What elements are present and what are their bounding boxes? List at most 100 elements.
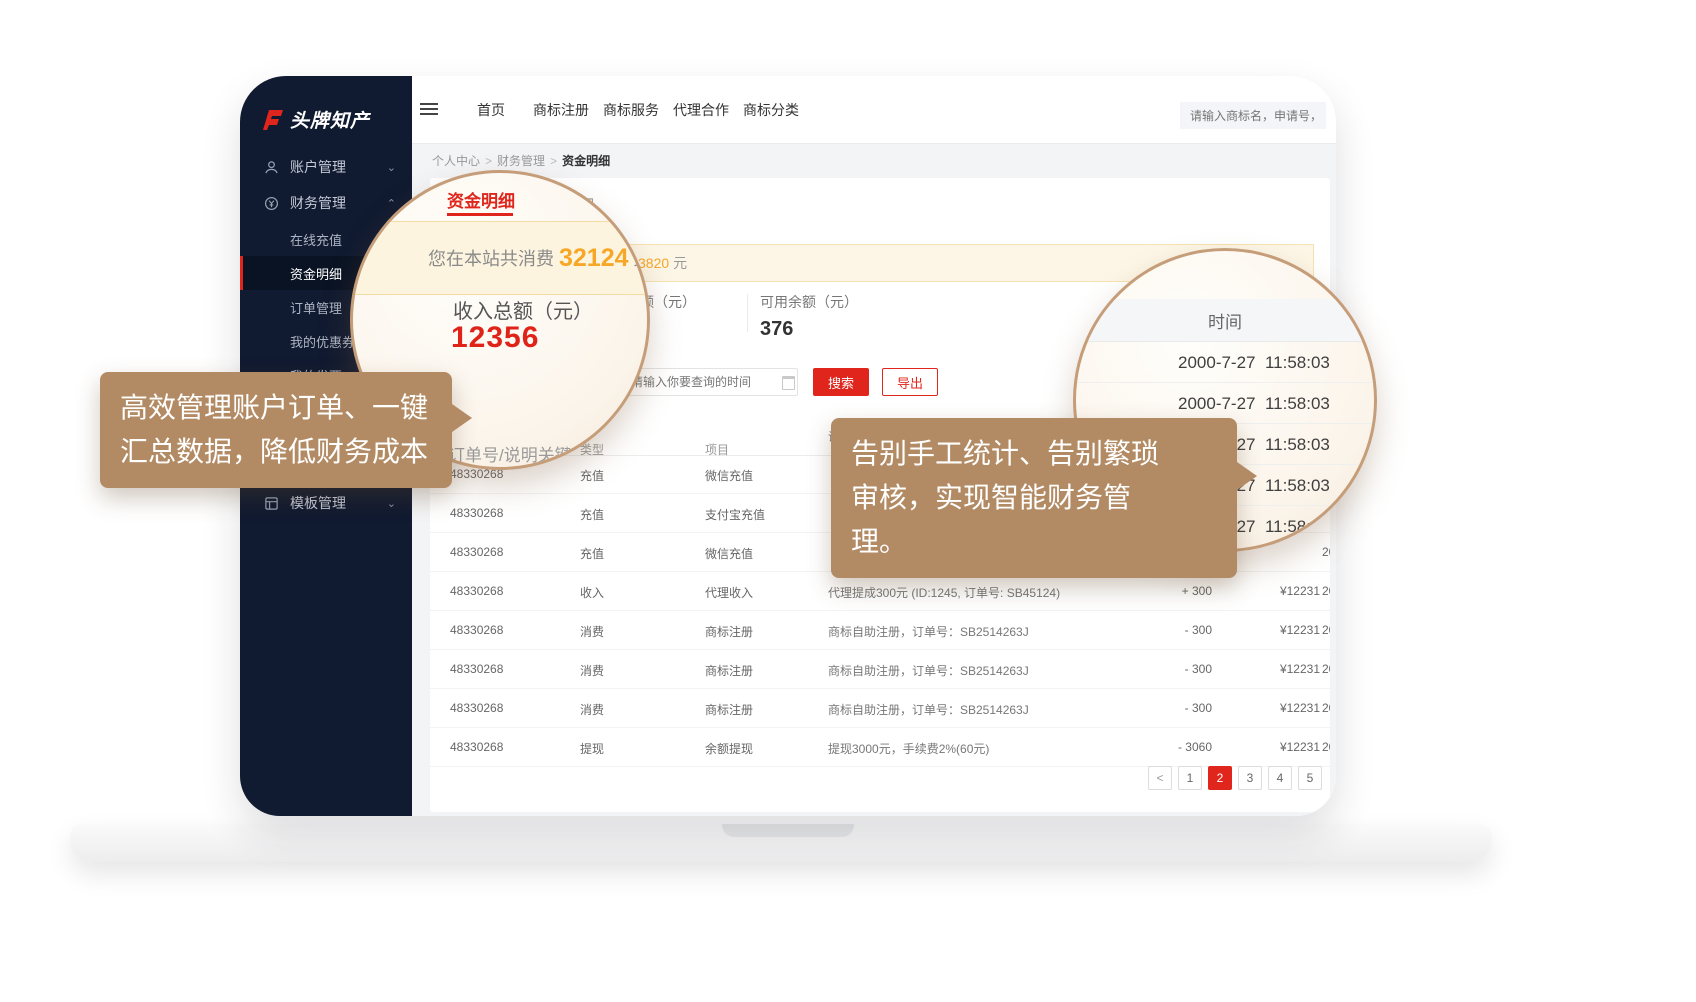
cell-order: 48330268 [450,506,503,520]
cell-project: 商标注册 [705,701,753,718]
cell-amount: - 3060 [1178,740,1212,754]
cell-time: 2000-7-27 11:58:03 [1322,623,1330,637]
cell-order: 48330268 [450,662,503,676]
brand-logo: 头牌知产 [260,106,370,133]
trademark-search-input[interactable] [1180,102,1326,129]
template-icon [264,496,279,511]
brand-logo-text: 头牌知产 [290,106,370,133]
cell-order: 48330268 [450,623,503,637]
cell-desc: 商标自助注册，订单号：SB2514263J [828,623,1029,640]
chevron-down-icon: ⌄ [387,161,396,174]
callout-line: 告别手工统计、告别繁琐 [851,432,1217,476]
cell-type: 提现 [580,740,604,757]
sidebar-item-财务管理[interactable]: 财务管理 ⌃ [240,186,412,220]
finance-icon [264,196,279,211]
magnified-row-divider [1076,382,1374,383]
cell-project: 微信充值 [705,545,753,562]
cell-order: 48330268 [450,740,503,754]
laptop-base-notch [722,824,854,837]
cell-type: 消费 [580,701,604,718]
search-button[interactable]: 搜索 [813,368,869,396]
cell-balance: ¥12231 [1280,662,1320,676]
chevron-up-icon: ⌃ [387,197,396,210]
magnified-time-row: 2000-7-27 11:58:03 [1178,353,1330,373]
magnified-tab-underline [447,213,513,216]
sidebar-item-模板管理[interactable]: 模板管理⌄ [240,486,412,520]
calendar-icon[interactable] [782,376,795,390]
sidebar-item-label: 财务管理 [290,193,346,213]
magnified-income-label: 收入总额（元） [453,295,593,324]
chevron-down-icon: ⌄ [387,497,396,510]
cell-time: 2000-7-27 11:58:03 [1322,545,1330,559]
nav-item-0[interactable]: 首页 [456,100,526,120]
breadcrumb-item-1[interactable]: 财务管理 [497,154,545,168]
cell-balance: ¥12231 [1280,740,1320,754]
nav-item-1[interactable]: 商标注册 [526,100,596,120]
sidebar-subitem-label: 我的优惠券 [290,332,355,351]
callout-line: 高效管理账户订单、一键 [120,386,432,430]
sidebar-subitem-label: 资金明细 [290,264,342,283]
magnified-time-row: 2000-7-27 11:58:03 [1178,394,1330,414]
hamburger-menu-icon[interactable] [420,100,438,118]
nav-item-2[interactable]: 商标服务 [596,100,666,120]
nav-item-3[interactable]: 代理合作 [666,100,736,120]
sidebar-item-账户管理[interactable]: 账户管理 ⌄ [240,150,412,184]
cell-project: 余额提现 [705,740,753,757]
table-row[interactable]: 48330268消费商标注册商标自助注册，订单号：SB2514263J- 300… [430,689,1330,728]
marketing-canvas: 头牌知产 账户管理⌄财务管理⌃在线充值资金明细订单管理我的优惠券我的发票模板管理… [0,0,1696,1002]
callout-arrow-icon [452,404,472,432]
cell-amount: - 300 [1185,701,1212,715]
cell-type: 收入 [580,584,604,601]
callout-smart-finance: 告别手工统计、告别繁琐审核，实现智能财务管理。 [831,418,1237,578]
callout-line: 审核，实现智能财务管 [851,476,1217,520]
cell-order: 48330268 [450,584,503,598]
sidebar-subitem-label: 在线充值 [290,230,342,249]
chevron-down-icon: ∨ [708,441,715,452]
table-row[interactable]: 48330268 消费 商标注册 商标自助注册，订单号：SB2514263J - 300… [430,650,1330,689]
cell-type: 消费 [580,662,604,679]
cell-balance: ¥12231 [1280,623,1320,637]
table-row[interactable]: 48330268 消费 商标注册 商标自助注册，订单号：SB2514263J - 300… [430,611,1330,650]
cell-amount: - 300 [1185,623,1212,637]
cell-time: 2000-7-27 11:58:03 [1322,740,1330,754]
callout-line: 理。 [851,520,1217,564]
cell-amount: - 300 [1185,662,1212,676]
export-button[interactable]: 导出 [882,368,938,396]
cell-desc: 商标自助注册，订单号：SB2514263J [828,701,1029,718]
cell-order: 48330268 [450,545,503,559]
magnified-banner: 您在本站共消费32124元 [353,221,647,295]
pagination-prev[interactable]: < [1148,766,1172,790]
pagination-page-4[interactable]: 4 [1268,766,1292,790]
pagination: <12345 [1148,766,1322,790]
magnified-column-header: 订单号/说明关键字 [448,441,589,466]
magnified-consumption-amount: 32124 [559,244,629,273]
laptop-base [70,824,1492,862]
sidebar-item-label: 账户管理 [290,157,346,177]
breadcrumb-separator: > [550,154,557,168]
cell-project: 商标注册 [705,623,753,640]
pagination-page-3[interactable]: 3 [1238,766,1262,790]
cell-project: 代理收入 [705,584,753,601]
cell-desc: 商标自助注册，订单号：SB2514263J [828,662,1029,679]
pagination-page-5[interactable]: 5 [1298,766,1322,790]
nav-item-4[interactable]: 商标分类 [736,100,806,120]
brand-logo-icon [260,109,284,131]
stat-balance: 可用余额（元） 376 [760,292,858,341]
cell-project: 商标注册 [705,662,753,679]
time-query-input[interactable] [620,368,798,396]
callout-orders: 高效管理账户订单、一键汇总数据，降低财务成本 [100,372,452,488]
top-nav: 首页商标注册商标服务代理合作商标分类 [412,76,1336,144]
table-row[interactable]: 48330268提现余额提现提现3000元，手续费2%(60元)- 3060¥1… [430,728,1330,767]
cell-type: 充值 [580,506,604,523]
pagination-page-2[interactable]: 2 [1208,766,1232,790]
stat-divider [747,294,748,332]
cell-desc: 代理提成300元 (ID:1245, 订单号: SB45124) [828,584,1060,601]
sidebar-subitem-label: 订单管理 [290,298,342,317]
pagination-page-1[interactable]: 1 [1178,766,1202,790]
cell-type: 充值 [580,467,604,484]
breadcrumb-item-2[interactable]: 资金明细 [562,154,610,168]
cell-time: 2000-7-27 11:58:03 [1322,584,1330,598]
breadcrumb-separator: > [485,154,492,168]
cell-type: 消费 [580,623,604,640]
breadcrumb-item-0[interactable]: 个人中心 [432,154,480,168]
